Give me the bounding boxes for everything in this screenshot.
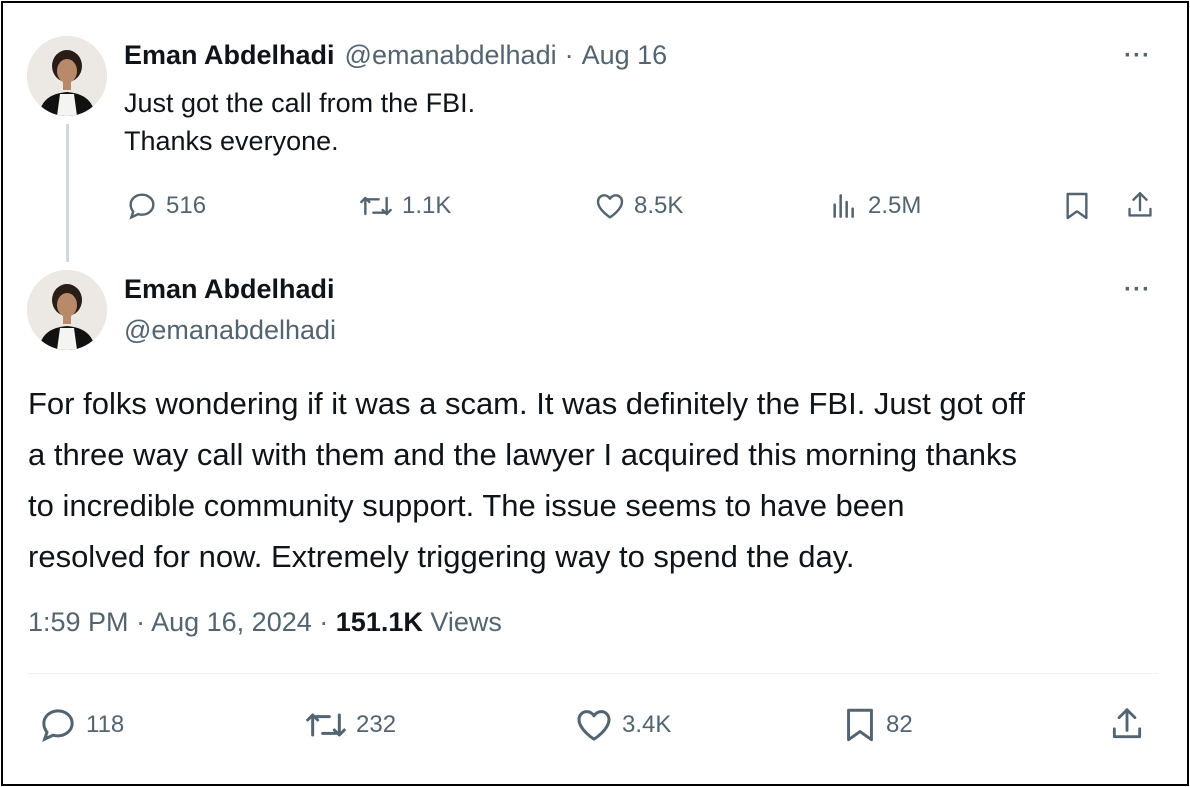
reply-icon xyxy=(42,709,74,743)
author-name[interactable]: Eman Abdelhadi xyxy=(124,40,335,71)
tweet2-text: For folks wondering if it was a scam. It… xyxy=(28,378,1025,582)
views-icon xyxy=(833,194,854,218)
bookmark-button[interactable] xyxy=(1062,190,1092,222)
reply-button[interactable]: 516 xyxy=(126,190,206,222)
repost-count: 1.1K xyxy=(402,192,452,219)
views-label: Views xyxy=(430,607,502,637)
bookmark-button[interactable]: 82 xyxy=(842,705,913,745)
views-count: 2.5M xyxy=(868,192,922,219)
avatar[interactable] xyxy=(27,270,107,350)
divider xyxy=(28,673,1158,674)
repost-button[interactable]: 1.1K xyxy=(358,190,451,222)
tweet-date[interactable]: Aug 16 xyxy=(582,40,668,71)
reply-icon xyxy=(129,193,155,220)
reply-button[interactable]: 118 xyxy=(38,705,124,745)
repost-icon xyxy=(306,713,346,737)
views-count: 151.1K xyxy=(335,607,423,637)
share-button[interactable] xyxy=(1124,188,1156,222)
bookmark-icon xyxy=(1066,192,1088,220)
repost-button[interactable]: 232 xyxy=(304,705,396,745)
like-count: 8.5K xyxy=(634,192,684,219)
reply-count: 516 xyxy=(166,192,207,219)
tweet-text-line: to incredible community support. The iss… xyxy=(28,488,905,523)
like-button[interactable]: 3.4K xyxy=(574,705,671,745)
separator-dot: · xyxy=(319,607,329,637)
tweet-meta: 1:59 PM · Aug 16, 2024 · 151.1K Views xyxy=(28,607,502,638)
more-options-button[interactable]: ··· xyxy=(1124,276,1151,304)
tweet-text-line: a three way call with them and the lawye… xyxy=(28,437,1018,472)
bookmark-icon xyxy=(847,708,873,742)
tweet1-header: Eman Abdelhadi @emanabdelhadi · Aug 16 xyxy=(124,40,667,71)
share-icon xyxy=(1112,708,1142,739)
like-count: 3.4K xyxy=(622,711,672,738)
repost-icon xyxy=(360,196,392,216)
bookmark-count: 82 xyxy=(886,711,913,738)
author-handle[interactable]: @emanabdelhadi xyxy=(345,40,557,71)
reply-count: 118 xyxy=(86,711,125,738)
tweet1-text: Just got the call from the FBI. Thanks e… xyxy=(124,84,475,160)
heart-icon xyxy=(596,194,624,219)
separator-dot: · xyxy=(136,607,146,637)
tweet-text-line: resolved for now. Extremely triggering w… xyxy=(28,539,855,574)
share-button[interactable] xyxy=(1108,703,1146,745)
repost-count: 232 xyxy=(356,711,397,738)
more-options-button[interactable]: ··· xyxy=(1124,42,1151,70)
tweet-text-line: Just got the call from the FBI. xyxy=(124,88,476,118)
author-name[interactable]: Eman Abdelhadi xyxy=(124,274,335,305)
tweet-text-line: For folks wondering if it was a scam. It… xyxy=(28,386,1026,421)
like-button[interactable]: 8.5K xyxy=(594,190,683,222)
thread-connector xyxy=(66,124,69,262)
author-handle[interactable]: @emanabdelhadi xyxy=(124,315,336,346)
heart-icon xyxy=(577,710,611,741)
avatar[interactable] xyxy=(27,36,107,116)
separator-dot: · xyxy=(564,40,574,70)
share-icon xyxy=(1128,192,1152,217)
tweet-text-line: Thanks everyone. xyxy=(124,126,339,156)
tweet-date[interactable]: Aug 16, 2024 xyxy=(151,607,312,637)
views-button[interactable]: 2.5M xyxy=(828,190,921,222)
tweet-time[interactable]: 1:59 PM xyxy=(28,607,129,637)
